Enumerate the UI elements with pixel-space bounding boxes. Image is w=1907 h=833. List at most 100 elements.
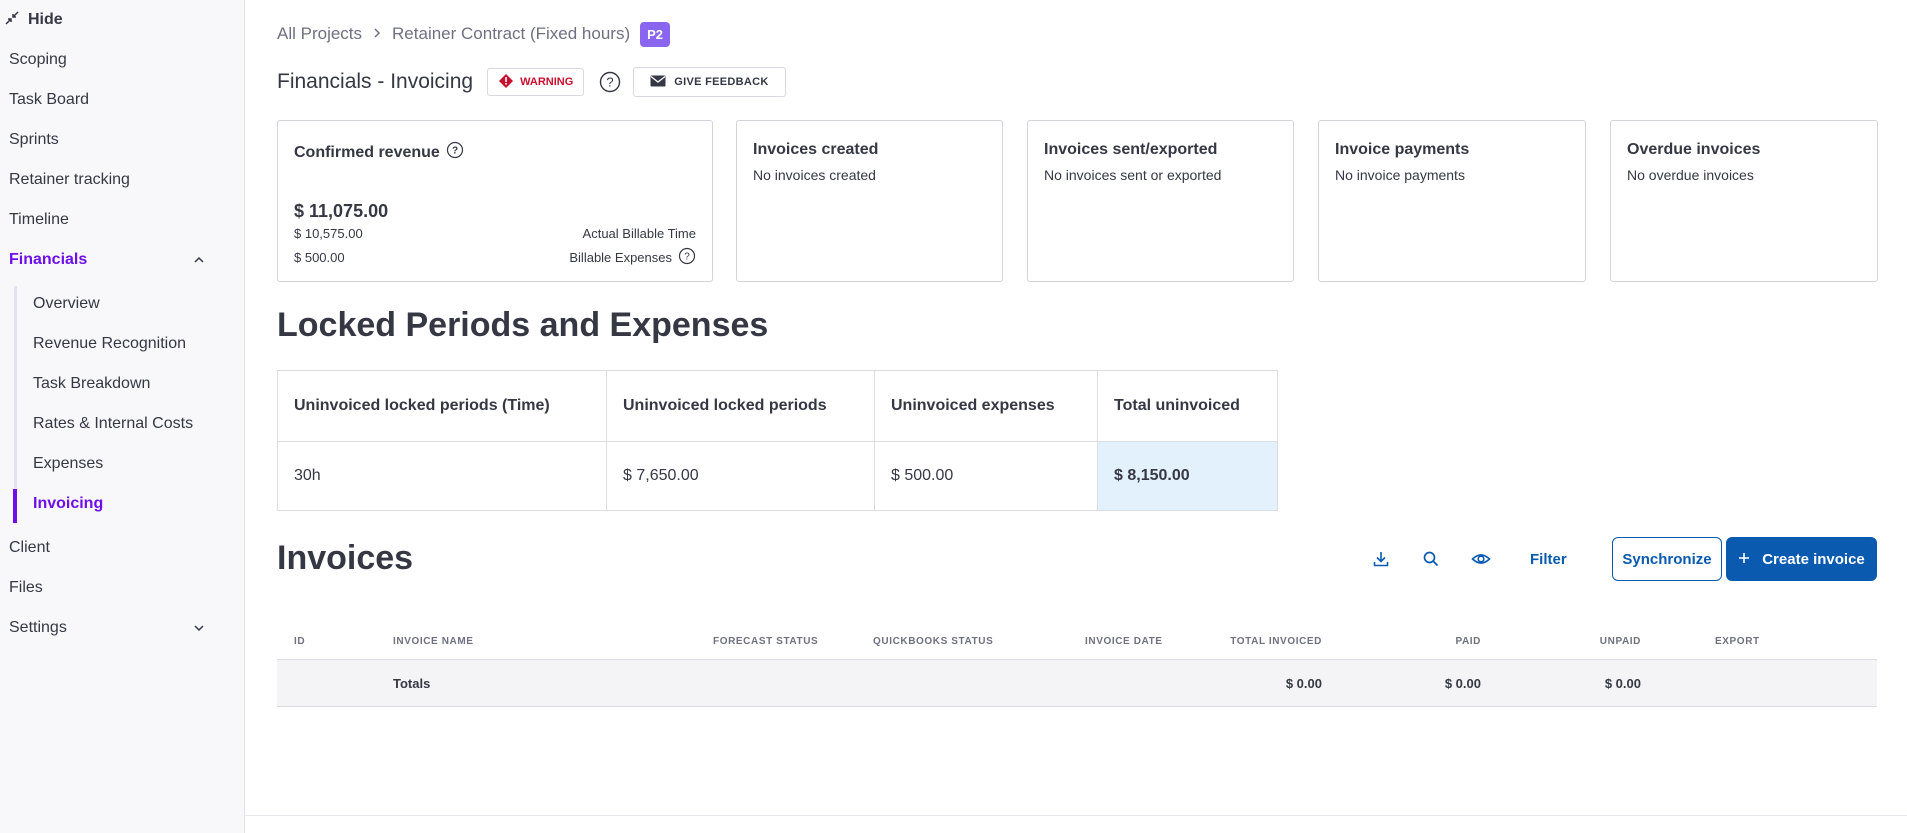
card-title: Invoices created — [753, 141, 879, 158]
sidebar-item-scoping[interactable]: Scoping — [9, 48, 67, 72]
revenue-expenses-label-group: Billable Expenses ? — [569, 247, 696, 268]
page-title: Financials - Invoicing — [277, 70, 474, 93]
sidebar-item-task-board[interactable]: Task Board — [9, 88, 89, 112]
feedback-label: GIVE FEEDBACK — [674, 76, 769, 88]
sidebar-subitem-rates-internal-costs[interactable]: Rates & Internal Costs — [33, 412, 193, 436]
sidebar-item-retainer-tracking[interactable]: Retainer tracking — [9, 168, 130, 192]
sidebar: Hide Scoping Task Board Sprints Retainer… — [0, 0, 245, 833]
invoice-payments-card: Invoice payments No invoice payments — [1318, 120, 1586, 282]
table-cell: $ 500.00 — [874, 441, 1098, 511]
column-header[interactable]: QUICKBOOKS STATUS — [873, 623, 993, 659]
collapse-icon — [4, 10, 20, 31]
invoices-created-card: Invoices created No invoices created — [736, 120, 1003, 282]
help-icon[interactable]: ? — [678, 247, 696, 268]
card-title-text: Confirmed revenue — [294, 143, 440, 161]
sidebar-item-timeline[interactable]: Timeline — [9, 208, 69, 232]
hide-sidebar-button[interactable]: Hide — [4, 9, 63, 31]
revenue-expenses-value: $ 500.00 — [294, 250, 345, 265]
revenue-time-row: $ 10,575.00 Actual Billable Time — [294, 226, 696, 241]
divider — [245, 815, 1907, 816]
sidebar-item-settings[interactable]: Settings — [9, 616, 229, 640]
column-header[interactable]: PAID — [1377, 623, 1481, 659]
filter-button[interactable]: Filter — [1530, 547, 1567, 571]
chevron-up-icon — [191, 252, 207, 268]
column-header: Total uninvoiced — [1097, 370, 1278, 442]
chevron-down-icon — [191, 620, 207, 636]
total-uninvoiced-cell: $ 8,150.00 — [1097, 441, 1278, 511]
card-subtitle: No overdue invoices — [1627, 167, 1754, 183]
column-header[interactable]: FORECAST STATUS — [713, 623, 818, 659]
sidebar-subitem-overview[interactable]: Overview — [33, 292, 100, 316]
create-invoice-label: Create invoice — [1762, 550, 1865, 568]
card-title: Invoice payments — [1335, 141, 1470, 158]
svg-text:?: ? — [452, 146, 458, 157]
breadcrumb-all-projects[interactable]: All Projects — [277, 24, 362, 44]
svg-text:?: ? — [684, 252, 690, 263]
card-subtitle: No invoice payments — [1335, 167, 1465, 183]
revenue-total: $ 11,075.00 — [294, 201, 389, 221]
sidebar-item-client[interactable]: Client — [9, 536, 50, 560]
card-title: Confirmed revenue ? — [294, 141, 696, 164]
project-badge: P2 — [640, 21, 671, 47]
search-icon[interactable] — [1419, 547, 1443, 571]
download-icon[interactable] — [1369, 547, 1393, 571]
card-title: Overdue invoices — [1627, 141, 1761, 158]
revenue-time-value: $ 10,575.00 — [294, 226, 363, 241]
card-subtitle: No invoices sent or exported — [1044, 167, 1222, 183]
help-icon[interactable]: ? — [446, 141, 464, 164]
table-cell: $ 7,650.00 — [606, 441, 875, 511]
column-header[interactable]: UNPAID — [1537, 623, 1641, 659]
sidebar-item-financials[interactable]: Financials — [9, 248, 229, 272]
warning-badge[interactable]: WARNING — [487, 68, 585, 96]
eye-icon[interactable] — [1469, 547, 1493, 571]
invoices-section-heading: Invoices — [277, 539, 414, 577]
warning-label: WARNING — [520, 76, 574, 88]
help-icon[interactable]: ? — [598, 70, 622, 94]
synchronize-button[interactable]: Synchronize — [1612, 537, 1722, 581]
submenu-active-indicator — [13, 489, 17, 523]
sidebar-item-sprints[interactable]: Sprints — [9, 128, 59, 152]
totals-label: Totals — [393, 675, 431, 691]
invoices-sent-card: Invoices sent/exported No invoices sent … — [1027, 120, 1294, 282]
revenue-expenses-row: $ 500.00 Billable Expenses ? — [294, 247, 696, 268]
breadcrumb: All Projects Retainer Contract (Fixed ho… — [277, 21, 671, 47]
sidebar-item-label: Settings — [9, 619, 67, 636]
column-header[interactable]: INVOICE NAME — [393, 623, 474, 659]
svg-text:?: ? — [607, 75, 614, 90]
column-header[interactable]: ID — [294, 623, 305, 659]
total-paid-value: $ 0.00 — [1444, 675, 1481, 691]
column-header[interactable]: TOTAL INVOICED — [1197, 623, 1322, 659]
mail-icon — [650, 75, 666, 90]
revenue-expenses-label: Billable Expenses — [569, 250, 672, 265]
sidebar-subitem-task-breakdown[interactable]: Task Breakdown — [33, 372, 150, 396]
table-header-row: Uninvoiced locked periods (Time) Uninvoi… — [277, 370, 1278, 442]
column-header[interactable]: INVOICE DATE — [1085, 623, 1163, 659]
plus-icon — [1738, 551, 1750, 568]
invoices-totals-row: Totals $ 0.00 $ 0.00 $ 0.00 — [277, 659, 1877, 707]
invoices-table-header: ID INVOICE NAME FORECAST STATUS QUICKBOO… — [277, 623, 1877, 659]
column-header: Uninvoiced locked periods — [606, 370, 875, 442]
table-row: 30h $ 7,650.00 $ 500.00 $ 8,150.00 — [277, 441, 1278, 511]
column-header: Uninvoiced expenses — [874, 370, 1098, 442]
sidebar-subitem-expenses[interactable]: Expenses — [33, 452, 103, 476]
sidebar-item-label: Financials — [9, 251, 88, 268]
confirmed-revenue-card: Confirmed revenue ? $ 11,075.00 $ 10,575… — [277, 120, 713, 282]
revenue-time-label: Actual Billable Time — [582, 226, 696, 241]
total-invoiced-value: $ 0.00 — [1285, 675, 1322, 691]
overdue-invoices-card: Overdue invoices No overdue invoices — [1610, 120, 1878, 282]
column-header: Uninvoiced locked periods (Time) — [277, 370, 607, 442]
locked-periods-table: Uninvoiced locked periods (Time) Uninvoi… — [277, 370, 1278, 511]
sidebar-subitem-invoicing[interactable]: Invoicing — [33, 492, 103, 516]
table-cell: 30h — [277, 441, 607, 511]
sidebar-item-files[interactable]: Files — [9, 576, 43, 600]
breadcrumb-project[interactable]: Retainer Contract (Fixed hours) — [392, 24, 630, 44]
create-invoice-button[interactable]: Create invoice — [1726, 537, 1877, 581]
give-feedback-button[interactable]: GIVE FEEDBACK — [633, 67, 786, 97]
hide-label: Hide — [28, 11, 63, 28]
page-header: Financials - Invoicing WARNING ? GIVE FE… — [277, 67, 786, 97]
total-unpaid-value: $ 0.00 — [1604, 675, 1641, 691]
warning-icon — [498, 73, 514, 92]
sidebar-subitem-revenue-recognition[interactable]: Revenue Recognition — [33, 332, 186, 356]
chevron-right-icon — [372, 24, 382, 44]
column-header[interactable]: EXPORT — [1715, 623, 1760, 659]
